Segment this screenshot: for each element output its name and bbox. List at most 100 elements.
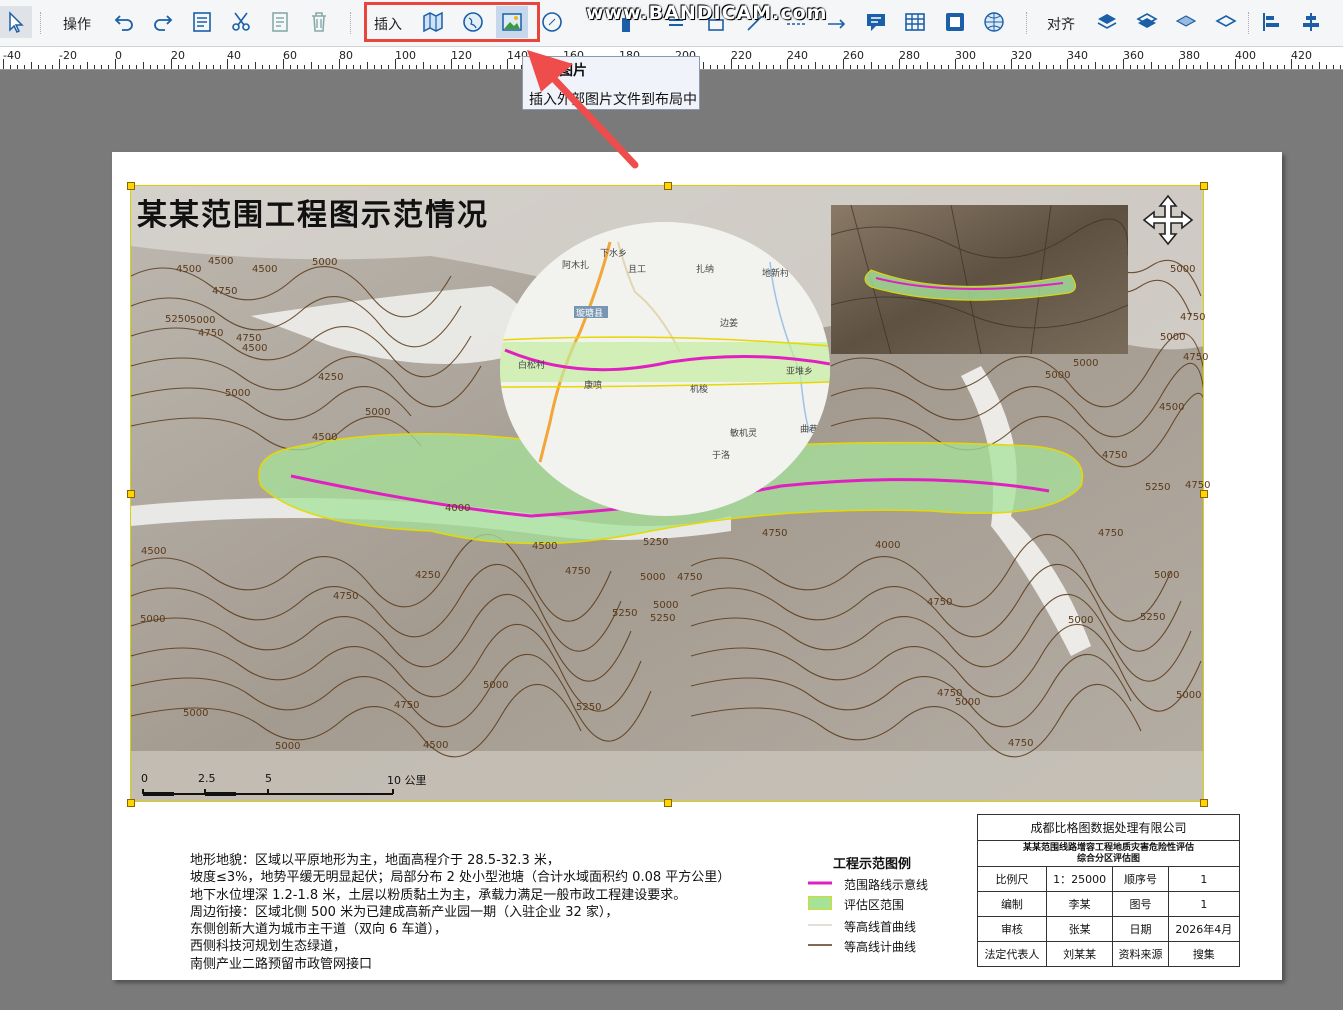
- contour-label: 4250: [318, 372, 344, 383]
- ruler-tick: [766, 65, 767, 69]
- ruler-tick: [864, 65, 865, 69]
- ruler-tick: [45, 65, 46, 69]
- ruler-tick: [983, 62, 984, 69]
- resize-handle[interactable]: [127, 182, 135, 190]
- resize-handle[interactable]: [127, 799, 135, 807]
- ruler-tick: [878, 65, 879, 69]
- tb-cell: 法定代表人: [977, 941, 1047, 967]
- ruler-tick: [199, 62, 200, 69]
- tb-cell: 2026年4月: [1167, 916, 1241, 942]
- resize-handle[interactable]: [127, 490, 135, 498]
- resize-handle[interactable]: [1200, 490, 1208, 498]
- select-arrow-icon[interactable]: [0, 6, 32, 38]
- ruler-tick: [1130, 65, 1131, 69]
- move-arrows-icon[interactable]: [1140, 192, 1196, 248]
- operate-group-label: 操作: [63, 17, 91, 33]
- place-label: 康喷: [584, 381, 603, 391]
- annotation-arrow: [527, 50, 639, 169]
- contour-label: 4750: [1008, 738, 1034, 749]
- delete-icon[interactable]: [303, 6, 335, 38]
- ruler-label: -20: [59, 49, 77, 62]
- contour-label: 5000: [653, 600, 679, 611]
- ruler-label: 80: [339, 49, 353, 62]
- ruler-tick: [493, 65, 494, 69]
- ruler-label: 340: [1067, 49, 1088, 62]
- place-label: 亚堆乡: [786, 367, 814, 377]
- ruler-tick: [1144, 65, 1145, 69]
- contour-label: 4250: [415, 570, 441, 581]
- ruler-tick: [808, 65, 809, 69]
- resize-handle[interactable]: [1200, 182, 1208, 190]
- ruler-tick: [997, 65, 998, 69]
- ruler-tick: [311, 62, 312, 69]
- ruler-label: 360: [1123, 49, 1144, 62]
- ruler-tick: [290, 65, 291, 69]
- ruler-tick: [1235, 59, 1236, 69]
- text-box-icon[interactable]: [860, 6, 892, 38]
- ruler-tick: [346, 65, 347, 69]
- toolbar-separator: [1248, 12, 1251, 34]
- ruler-tick: [227, 59, 228, 69]
- ruler-tick: [1046, 65, 1047, 69]
- place-label: 且工: [628, 265, 647, 275]
- ruler-tick: [899, 59, 900, 69]
- ruler-tick: [1298, 65, 1299, 69]
- layer-bottom-icon[interactable]: [1210, 6, 1242, 38]
- ruler-tick: [3, 59, 4, 69]
- contour-label: 4750: [394, 700, 420, 711]
- ruler-tick: [402, 65, 403, 69]
- contour-label: 5000: [1045, 370, 1071, 381]
- properties-icon[interactable]: [186, 6, 218, 38]
- tb-cell: 刘某某: [1045, 941, 1114, 967]
- ruler-tick: [1109, 65, 1110, 69]
- ruler-tick: [1340, 65, 1341, 69]
- copy-icon[interactable]: [264, 6, 296, 38]
- ruler-tick: [395, 59, 396, 69]
- ruler-tick: [1004, 65, 1005, 69]
- layer-up-icon[interactable]: [1091, 6, 1123, 38]
- ruler-tick: [101, 65, 102, 69]
- undo-icon[interactable]: [108, 6, 140, 38]
- ruler-tick: [1039, 62, 1040, 69]
- globe-grid-icon[interactable]: [978, 6, 1010, 38]
- compass-icon[interactable]: [536, 6, 568, 38]
- resize-handle[interactable]: [664, 182, 672, 190]
- cut-icon[interactable]: [225, 6, 257, 38]
- layer-top-icon[interactable]: [1170, 6, 1202, 38]
- project-subtitle: 综合分区评估图: [1076, 853, 1140, 864]
- ruler-tick: [430, 65, 431, 69]
- ruler-tick: [1060, 65, 1061, 69]
- redo-icon[interactable]: [147, 6, 179, 38]
- ruler-tick: [1186, 65, 1187, 69]
- contour-label: 5000: [1073, 358, 1099, 369]
- ruler-tick: [829, 65, 830, 69]
- align-center-icon[interactable]: [1295, 6, 1327, 38]
- contour-label: 4750: [1102, 450, 1128, 461]
- ruler-tick: [969, 65, 970, 69]
- resize-handle[interactable]: [1200, 799, 1208, 807]
- ruler-tick: [962, 65, 963, 69]
- legend-item-label: 评估区范围: [844, 898, 905, 912]
- layer-down-icon[interactable]: [1131, 6, 1163, 38]
- tb-cell: 编制: [977, 891, 1047, 917]
- ruler-tick: [24, 65, 25, 69]
- satellite-inset-map[interactable]: [831, 205, 1128, 354]
- circular-street-map[interactable]: 下水乡 阿木扎 且工 扎纳 地新村 璇瑭县 边姜 白松村 康喷 亚堆乡 机梭 敏…: [500, 222, 830, 516]
- resize-handle[interactable]: [664, 799, 672, 807]
- ruler-tick: [976, 65, 977, 69]
- ruler-tick: [703, 62, 704, 69]
- ruler-tick: [388, 65, 389, 69]
- ruler-tick: [934, 65, 935, 69]
- satellite-image: [831, 205, 1128, 354]
- table-icon[interactable]: [899, 6, 931, 38]
- ruler-tick: [850, 65, 851, 69]
- ruler-tick: [1067, 59, 1068, 69]
- tb-cell: 日期: [1112, 916, 1169, 942]
- ruler-tick: [171, 59, 172, 69]
- ruler-tick: [738, 65, 739, 69]
- ruler-tick: [1193, 65, 1194, 69]
- ruler-tick: [1221, 65, 1222, 69]
- align-left-icon[interactable]: [1256, 6, 1288, 38]
- ruler-tick: [465, 65, 466, 69]
- frame-icon[interactable]: [939, 6, 971, 38]
